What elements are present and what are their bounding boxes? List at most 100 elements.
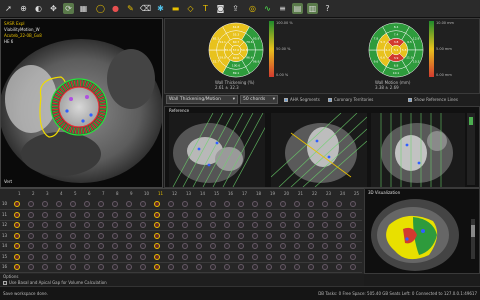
long-axis-view-4ch[interactable] xyxy=(169,113,265,187)
phase-cell[interactable] xyxy=(196,222,202,228)
grid-column-label[interactable]: 18 xyxy=(256,191,261,196)
grid-row[interactable]: 15 xyxy=(0,252,362,263)
ruler-icon[interactable]: ▬ xyxy=(170,3,181,14)
phase-cell[interactable] xyxy=(112,211,118,218)
phase-cell[interactable] xyxy=(168,201,174,207)
phase-cell[interactable] xyxy=(322,232,328,239)
phase-cell[interactable] xyxy=(252,222,258,228)
phase-cell[interactable] xyxy=(112,201,118,207)
phase-cell[interactable] xyxy=(140,232,146,239)
phase-cell[interactable] xyxy=(70,201,76,207)
curve-icon[interactable]: ∿ xyxy=(262,3,273,14)
phase-cell[interactable] xyxy=(140,222,146,228)
phase-cell[interactable] xyxy=(182,243,188,249)
phase-cell[interactable] xyxy=(98,211,104,218)
phase-cell[interactable] xyxy=(98,222,104,228)
phase-cell[interactable] xyxy=(210,201,216,207)
analysis-mode-select[interactable]: Wall Thickening/Motion ▾ xyxy=(166,95,238,104)
grid-column-label[interactable]: 5 xyxy=(74,191,77,196)
phase-cell[interactable] xyxy=(224,211,230,218)
phase-cell[interactable] xyxy=(56,211,62,218)
phase-cell[interactable] xyxy=(168,243,174,249)
scroll-thumb[interactable] xyxy=(471,225,475,237)
phase-cell[interactable] xyxy=(126,211,132,218)
phase-cell[interactable] xyxy=(182,222,188,228)
settings-icon[interactable]: ✱ xyxy=(155,3,166,14)
grid-column-label[interactable]: 19 xyxy=(270,191,275,196)
phase-cell[interactable] xyxy=(252,232,258,239)
phase-cell[interactable] xyxy=(84,243,90,249)
grid-column-label[interactable]: 21 xyxy=(298,191,303,196)
phase-cell[interactable] xyxy=(266,264,272,270)
phase-cell[interactable] xyxy=(112,253,118,260)
phase-cell[interactable] xyxy=(168,264,174,270)
grid-column-label[interactable]: 16 xyxy=(228,191,233,196)
contoured-phase-cell[interactable] xyxy=(14,264,20,270)
brush-icon[interactable]: ✎ xyxy=(125,3,136,14)
phase-cell[interactable] xyxy=(280,253,286,260)
phase-cell[interactable] xyxy=(280,243,286,249)
phase-cell[interactable] xyxy=(70,222,76,228)
chords-select[interactable]: 50 chords ▾ xyxy=(240,95,278,104)
phase-cell[interactable] xyxy=(140,211,146,218)
phase-cell[interactable] xyxy=(336,264,342,270)
phase-cell[interactable] xyxy=(28,201,34,207)
phase-cell[interactable] xyxy=(140,201,146,207)
grid-column-label[interactable]: 1 xyxy=(18,191,21,196)
phase-cell[interactable] xyxy=(350,264,356,270)
phase-cell[interactable] xyxy=(182,232,188,239)
phase-cell[interactable] xyxy=(98,253,104,260)
phase-cell[interactable] xyxy=(210,243,216,249)
phase-cell[interactable] xyxy=(42,232,48,239)
contoured-phase-cell[interactable] xyxy=(154,264,160,270)
phase-cell[interactable] xyxy=(224,201,230,207)
bullseye-icon[interactable]: ◎ xyxy=(247,3,258,14)
layout-icon[interactable]: ▦ xyxy=(78,3,89,14)
phase-cell[interactable] xyxy=(196,201,202,207)
phase-cell[interactable] xyxy=(322,222,328,228)
phase-cell[interactable] xyxy=(238,211,244,218)
phase-cell[interactable] xyxy=(308,232,314,239)
coronary-territories-checkbox[interactable]: Coronary Territories xyxy=(328,97,373,102)
help-icon[interactable]: ? xyxy=(322,3,333,14)
phase-cell[interactable] xyxy=(42,211,48,218)
camera-icon[interactable]: ◙ xyxy=(215,3,226,14)
phase-cell[interactable] xyxy=(322,243,328,249)
phase-cell[interactable] xyxy=(350,232,356,239)
phase-cell[interactable] xyxy=(336,201,342,207)
phase-cell[interactable] xyxy=(84,201,90,207)
phase-cell[interactable] xyxy=(42,222,48,228)
phase-cell[interactable] xyxy=(196,232,202,239)
phase-cell[interactable] xyxy=(168,222,174,228)
phase-cell[interactable] xyxy=(308,201,314,207)
phase-cell[interactable] xyxy=(28,232,34,239)
contoured-phase-cell[interactable] xyxy=(154,232,160,239)
grid-row[interactable]: 12 xyxy=(0,220,362,231)
phase-cell[interactable] xyxy=(84,232,90,239)
phase-cell[interactable] xyxy=(238,232,244,239)
phase-cell[interactable] xyxy=(126,253,132,260)
phase-cell[interactable] xyxy=(70,264,76,270)
phase-cell[interactable] xyxy=(350,211,356,218)
phase-cell[interactable] xyxy=(140,243,146,249)
contoured-phase-cell[interactable] xyxy=(14,253,20,260)
contoured-phase-cell[interactable] xyxy=(154,201,160,207)
phase-cell[interactable] xyxy=(322,201,328,207)
phase-cell[interactable] xyxy=(294,222,300,228)
phase-cell[interactable] xyxy=(336,232,342,239)
phase-cell[interactable] xyxy=(98,264,104,270)
phase-cell[interactable] xyxy=(266,201,272,207)
phase-cell[interactable] xyxy=(196,264,202,270)
layers-icon[interactable]: ▤ xyxy=(292,3,303,14)
phase-cell[interactable] xyxy=(238,201,244,207)
phase-cell[interactable] xyxy=(294,201,300,207)
phase-cell[interactable] xyxy=(56,253,62,260)
wall-motion-bullseye[interactable]: 8.4 12.9 10.3 10.1 9.6 7.8 7.4 9.5 11.9 6.8 6.6 5.3… xyxy=(367,21,425,79)
grid-column-label[interactable]: 23 xyxy=(326,191,331,196)
phase-cell[interactable] xyxy=(42,264,48,270)
phase-cell[interactable] xyxy=(28,264,34,270)
contoured-phase-cell[interactable] xyxy=(154,253,160,260)
phase-cell[interactable] xyxy=(280,222,286,228)
phase-cell[interactable] xyxy=(294,232,300,239)
phase-cell[interactable] xyxy=(224,222,230,228)
